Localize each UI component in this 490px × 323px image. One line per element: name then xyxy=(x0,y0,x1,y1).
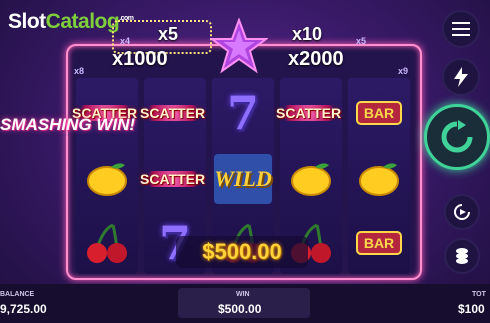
lemon-icon xyxy=(280,148,342,210)
scatter-label: SCATTER xyxy=(140,171,206,187)
symbol-scatter: SCATTER xyxy=(140,148,206,210)
autoplay-icon xyxy=(454,204,470,220)
lemon-icon xyxy=(348,148,410,210)
menu-icon xyxy=(452,22,470,36)
star-icon xyxy=(210,18,268,74)
symbol-scatter: SCATTER xyxy=(276,82,342,144)
coins-icon xyxy=(456,248,468,264)
balance-label: BALANCE xyxy=(0,291,35,298)
symbol-seven: 7 xyxy=(212,82,274,144)
cherries-icon xyxy=(76,212,138,274)
win-amount-overlay: $500.00 xyxy=(176,236,308,268)
symbol-scatter: SCATTER xyxy=(140,82,206,144)
scatter-label: SCATTER xyxy=(140,105,206,121)
menu-button[interactable] xyxy=(442,10,480,48)
total-bet-label: TOT xyxy=(472,291,486,298)
multiplier-left-top-small: x4 xyxy=(120,36,131,46)
multiplier-left-small: x8 xyxy=(74,66,85,76)
bar-label: BAR xyxy=(355,101,403,125)
reel-5: BAR BAR xyxy=(348,78,410,274)
logo-part2: Catalog xyxy=(45,10,120,33)
spin-icon xyxy=(441,120,473,153)
multiplier-right-top-small: x5 xyxy=(356,36,367,46)
win-value: $500.00 xyxy=(218,302,262,316)
multiplier-right-main: x2000 xyxy=(288,48,344,70)
autoplay-button[interactable] xyxy=(444,194,480,230)
win-label: WIN xyxy=(236,291,250,298)
symbol-bar: BAR xyxy=(348,212,410,274)
smashing-win-text: SMASHING WIN! xyxy=(0,115,136,134)
wild-label: WILD xyxy=(214,154,272,204)
lemon-icon xyxy=(76,148,138,210)
spin-button[interactable] xyxy=(424,104,490,170)
multiplier-right-small: x9 xyxy=(398,66,409,76)
balance-value: 9,725.00 xyxy=(0,302,47,316)
symbol-scatter: SCATTER xyxy=(72,82,138,144)
reel-1: SCATTER xyxy=(72,78,138,274)
scatter-label: SCATTER xyxy=(276,105,342,121)
bet-button[interactable] xyxy=(444,238,480,274)
bar-label: BAR xyxy=(355,231,403,255)
multiplier-left-top: x5 xyxy=(158,24,179,44)
symbol-bar: BAR xyxy=(348,82,410,144)
multiplier-right-top: x10 xyxy=(292,24,323,44)
turbo-button[interactable] xyxy=(442,58,480,96)
lightning-icon xyxy=(454,67,468,87)
symbol-wild: WILD xyxy=(212,148,274,210)
total-bet-value: $100 xyxy=(458,302,485,316)
multiplier-left-main: x1000 xyxy=(112,48,168,70)
seven-label: 7 xyxy=(226,86,259,140)
logo-part1: Slot xyxy=(8,10,46,33)
